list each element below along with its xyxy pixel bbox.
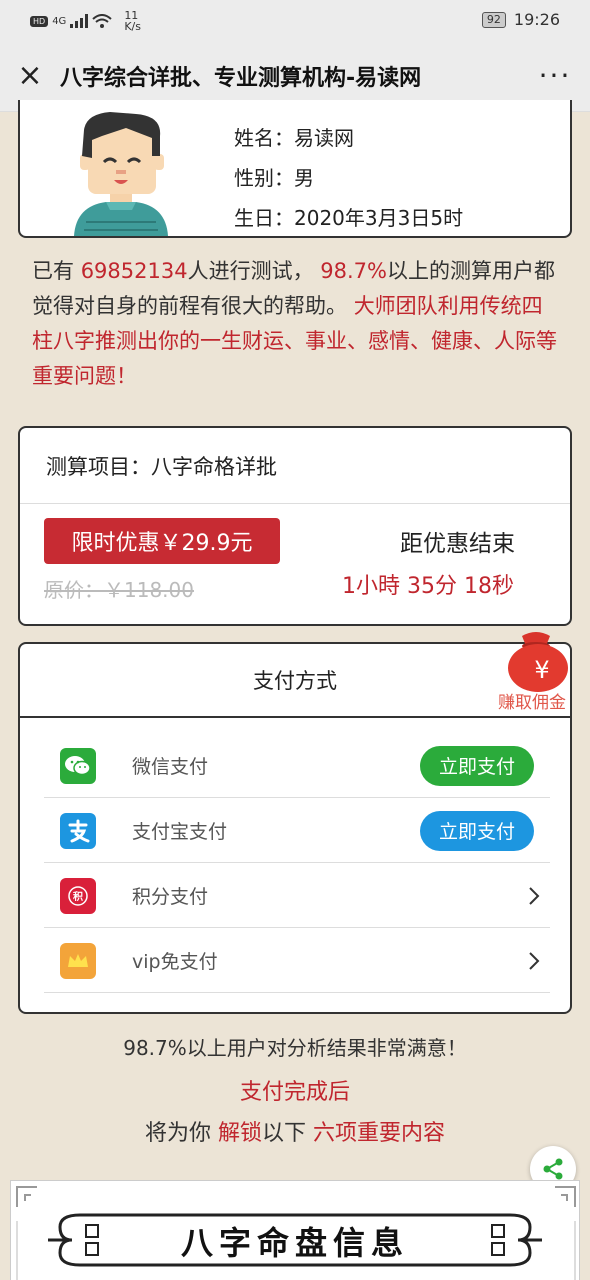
earn-commission-label[interactable]: 赚取佣金	[498, 688, 566, 713]
pay-label-wechat: 微信支付	[132, 756, 209, 778]
page-title: 八字综合详批、专业测算机构-易读网	[60, 65, 422, 91]
payment-card: 支付方式 微信支付 立即支付 支付宝支付 立即支付 积 积分支付 vip免支付	[18, 642, 572, 1014]
pay-method-vip[interactable]: vip免支付	[44, 929, 550, 993]
profile-card: 姓名：易读网 性别：男 生日：2020年3月3日5时	[18, 100, 572, 238]
payment-title: 支付方式	[20, 644, 570, 718]
user-count: 69852134	[80, 259, 188, 283]
banner-title: 八字命盘信息	[180, 1224, 409, 1262]
intro-prefix: 已有	[32, 259, 74, 283]
satisfaction-text: 98.7%以上用户对分析结果非常满意！	[123, 1036, 467, 1060]
svg-text:积: 积	[73, 890, 83, 903]
bag-symbol: ¥	[534, 656, 549, 684]
crown-icon	[60, 942, 96, 979]
unlock-prefix: 将为你	[144, 1121, 211, 1146]
battery-indicator: 92	[481, 11, 506, 28]
six-items-keyword: 六项重要内容	[313, 1121, 446, 1146]
unlock-text: 将为你 解锁以下 六项重要内容	[0, 1115, 590, 1147]
promo-price-badge: 限时优惠￥29.9元	[44, 518, 280, 564]
profile-gender: 性别：男	[234, 166, 314, 190]
profile-name: 姓名：易读网	[234, 126, 354, 150]
pay-method-alipay[interactable]: 支付宝支付 立即支付	[44, 799, 550, 863]
status-bar: HD 4G 11 K/s 92 19:26	[0, 0, 590, 40]
avatar-illustration	[74, 112, 168, 236]
more-menu-icon[interactable]: ···	[520, 59, 590, 92]
intro-middle: 人进行测试，	[187, 259, 314, 283]
pay-label-points: 积分支付	[132, 886, 209, 908]
original-price: 原价：￥118.00	[44, 578, 194, 602]
order-card: 测算项目：八字命格详批 限时优惠￥29.9元 原价：￥118.00 距优惠结束 …	[18, 426, 572, 626]
intro-text: 已有 69852134人进行测试， 98.7%以上的测算用户都觉得对自身的前程有…	[32, 254, 562, 394]
signal-icon	[70, 14, 89, 28]
chevron-right-icon	[529, 951, 540, 970]
pay-label-vip: vip免支付	[132, 951, 218, 973]
after-payment-text: 支付完成后	[239, 1080, 350, 1105]
alipay-pay-button[interactable]: 立即支付	[420, 810, 534, 851]
chevron-right-icon	[529, 886, 540, 905]
profile-birth: 生日：2020年3月3日5时	[234, 206, 464, 230]
satisfaction-percent: 98.7%	[320, 259, 387, 283]
wechat-pay-button[interactable]: 立即支付	[420, 745, 534, 786]
pay-label-alipay: 支付宝支付	[132, 821, 228, 843]
pay-method-wechat[interactable]: 微信支付 立即支付	[44, 734, 550, 798]
share-icon	[543, 1158, 563, 1180]
unlock-keyword: 解锁	[217, 1121, 262, 1146]
hd-indicator: HD	[30, 15, 49, 27]
clock: 19:26	[513, 10, 560, 29]
wifi-icon	[92, 14, 112, 28]
points-icon: 积	[60, 877, 96, 914]
countdown-timer: 1小時 35分 18秒	[342, 574, 514, 599]
net-speed-unit: K/s	[124, 20, 141, 33]
unlock-middle: 以下	[262, 1121, 307, 1146]
network-type: 4G	[52, 15, 67, 27]
project-label: 测算项目：八字命格详批	[20, 428, 570, 504]
countdown-label: 距优惠结束	[400, 531, 515, 557]
pay-method-points[interactable]: 积 积分支付	[44, 864, 550, 928]
alipay-icon	[60, 812, 96, 849]
wechat-icon	[60, 747, 96, 784]
